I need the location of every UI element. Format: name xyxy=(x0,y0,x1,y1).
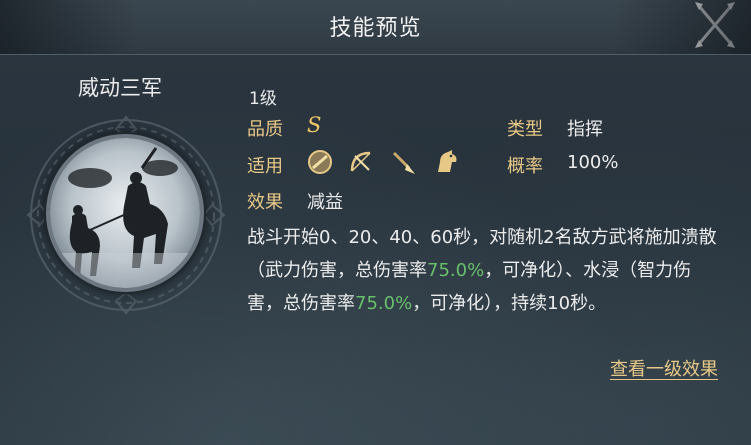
panel-title: 技能预览 xyxy=(329,16,422,41)
probability-value: 100% xyxy=(567,152,619,173)
applicable-label: 适用 xyxy=(247,156,283,177)
skill-level: 1级 xyxy=(249,89,277,109)
probability-label: 概率 xyxy=(507,156,543,177)
panel-header: 技能预览 xyxy=(0,0,751,55)
type-value: 指挥 xyxy=(567,119,603,140)
close-button[interactable] xyxy=(693,0,737,50)
horse-icon xyxy=(438,150,457,172)
description-text-3: ，可净化），持续10秒。 xyxy=(412,293,607,314)
skill-portrait xyxy=(46,134,204,292)
crossed-blades-close-icon xyxy=(695,2,735,48)
type-label: 类型 xyxy=(507,119,543,140)
skill-preview-panel: 技能预览 威动三军 1级 品质 S 类型 指挥 适用 概率 100% 效果 减益… xyxy=(0,0,751,445)
bow-icon xyxy=(350,151,371,172)
spear-icon xyxy=(392,151,415,174)
damage-rate-1: 75.0% xyxy=(427,260,485,281)
shield-icon xyxy=(308,150,332,174)
skill-name: 威动三军 xyxy=(78,76,162,100)
skill-description: 战斗开始0、20、40、60秒，对随机2名敌方武将施加溃散（武力伤害，总伤害率7… xyxy=(247,221,727,320)
effect-label: 效果 xyxy=(247,192,283,213)
damage-rate-2: 75.0% xyxy=(355,293,413,314)
effect-value: 减益 xyxy=(307,192,343,213)
quality-value: S xyxy=(307,113,322,137)
view-level1-effect-link[interactable]: 查看一级效果 xyxy=(610,355,718,381)
quality-label: 品质 xyxy=(247,119,283,140)
